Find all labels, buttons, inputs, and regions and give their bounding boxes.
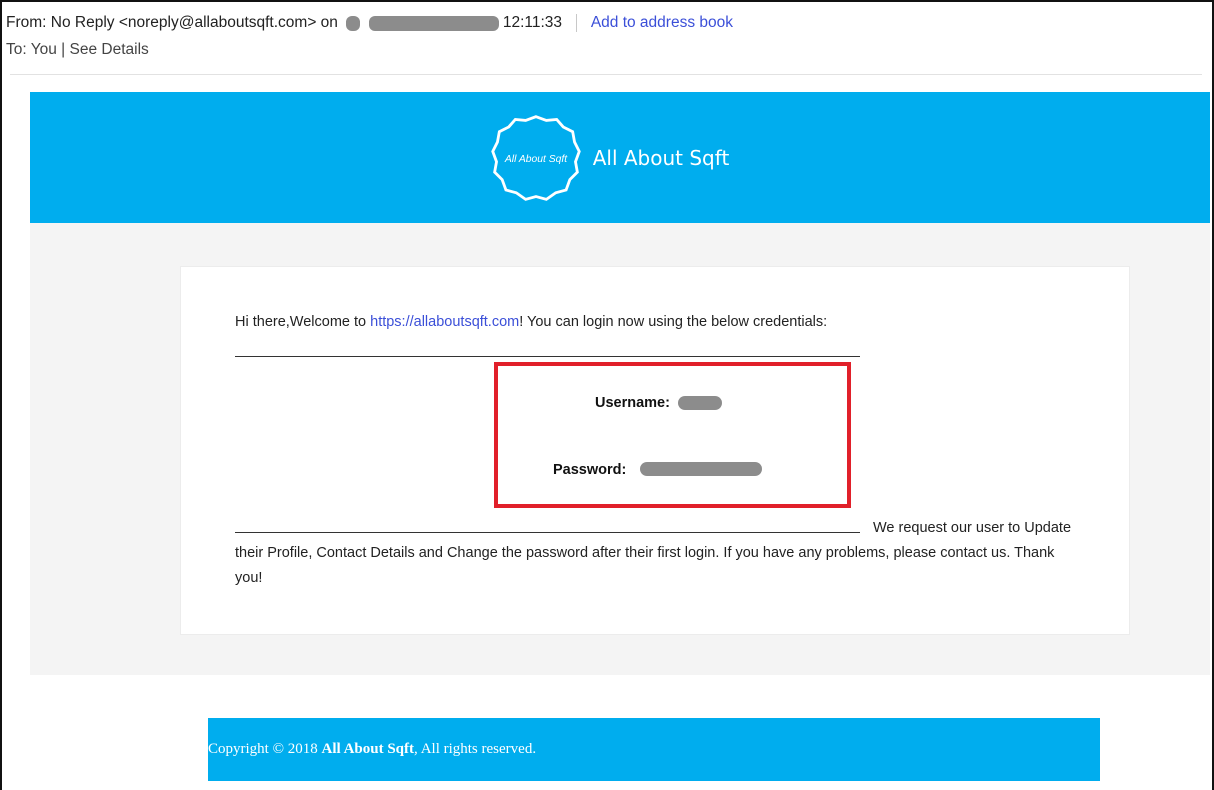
welcome-suffix: ! You can login now using the below cred… <box>519 314 828 330</box>
add-to-address-book-link[interactable]: Add to address book <box>591 14 733 31</box>
request-paragraph: We request our user to Update their Prof… <box>235 516 1075 591</box>
from-line: From: No Reply <noreply@allaboutsqft.com… <box>6 14 733 32</box>
to-line: To: You | See Details <box>6 41 149 59</box>
redacted-date <box>368 15 499 31</box>
time-text: 12:11:33 <box>502 14 563 32</box>
request-text: We request our user to Update their Prof… <box>235 520 1072 586</box>
logo-text: All About Sqft <box>504 153 568 164</box>
separator-underline-top <box>235 356 860 357</box>
pipe-separator: | <box>61 41 66 58</box>
header-separator <box>576 14 578 32</box>
brand-logo-group: All About Sqft All About Sqft <box>489 111 730 205</box>
brand-logo-icon: All About Sqft <box>490 114 581 201</box>
header-divider <box>10 74 1202 75</box>
welcome-text: Hi there,Welcome to https://allaboutsqft… <box>235 314 827 330</box>
redacted-date-part <box>346 15 361 31</box>
site-link[interactable]: https://allaboutsqft.com <box>370 314 519 330</box>
footer-rights: , All rights reserved. <box>414 741 537 757</box>
see-details-link[interactable]: See Details <box>70 41 149 58</box>
credentials-highlight-box <box>494 362 851 508</box>
redacted-username <box>678 396 722 410</box>
brand-name: All About Sqft <box>592 145 730 170</box>
username-label: Username: <box>595 395 670 411</box>
email-banner: All About Sqft All About Sqft <box>30 92 1210 223</box>
password-label: Password: <box>553 462 627 478</box>
from-text: From: No Reply <noreply@allaboutsqft.com… <box>6 14 338 32</box>
to-text: To: You <box>6 41 57 58</box>
footer-bar: Copyright © 2018 All About Sqft, All rig… <box>208 718 1100 781</box>
footer-brand: All About Sqft <box>321 741 415 757</box>
redacted-password <box>640 462 762 476</box>
welcome-prefix: Hi there,Welcome to <box>235 314 367 330</box>
copyright-prefix: Copyright © 2018 <box>208 741 318 757</box>
